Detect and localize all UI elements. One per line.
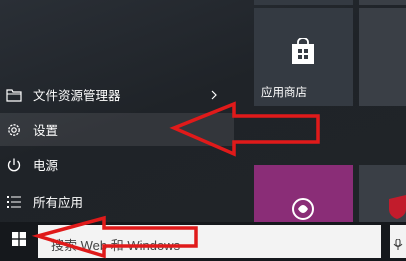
chevron-right-icon[interactable] (210, 89, 218, 103)
gear-icon (6, 122, 22, 138)
start-menu-left-pane: 文件资源管理器 设置 电源 所有应用 (0, 0, 254, 222)
start-button[interactable] (0, 222, 38, 261)
store-tile-label: 应用商店 (261, 87, 307, 99)
menu-item-file-explorer[interactable]: 文件资源管理器 (0, 78, 234, 111)
live-tiles: 应用商店 (254, 0, 406, 222)
menu-item-power[interactable]: 电源 (0, 148, 234, 181)
start-menu: 文件资源管理器 设置 电源 所有应用 应用商店 (0, 0, 406, 222)
menu-item-label: 所有应用 (33, 196, 84, 210)
tile-top-strip-right[interactable] (359, 0, 406, 5)
tile-top-strip[interactable] (254, 0, 353, 5)
right-bottom-tile[interactable] (359, 165, 406, 222)
windows-logo-icon (12, 232, 26, 251)
menu-item-settings[interactable]: 设置 (0, 113, 234, 146)
menu-item-label: 文件资源管理器 (33, 89, 121, 103)
search-placeholder: 搜索 Web 和 Windows (51, 238, 181, 253)
taskbar-right-button[interactable] (390, 225, 406, 258)
folder-icon (6, 87, 22, 103)
magenta-app-tile[interactable] (254, 165, 353, 222)
microphone-icon (393, 237, 403, 255)
list-icon (6, 194, 22, 210)
right-top-tile[interactable] (359, 8, 406, 106)
shield-icon (389, 195, 406, 224)
search-input[interactable]: 搜索 Web 和 Windows (38, 225, 381, 258)
store-tile[interactable]: 应用商店 (254, 8, 353, 106)
menu-item-label: 设置 (33, 124, 59, 138)
store-bag-icon (290, 37, 316, 71)
menu-item-all-apps[interactable]: 所有应用 (0, 185, 234, 218)
menu-item-label: 电源 (33, 159, 59, 173)
power-icon (6, 157, 22, 173)
taskbar: 搜索 Web 和 Windows (0, 222, 406, 261)
